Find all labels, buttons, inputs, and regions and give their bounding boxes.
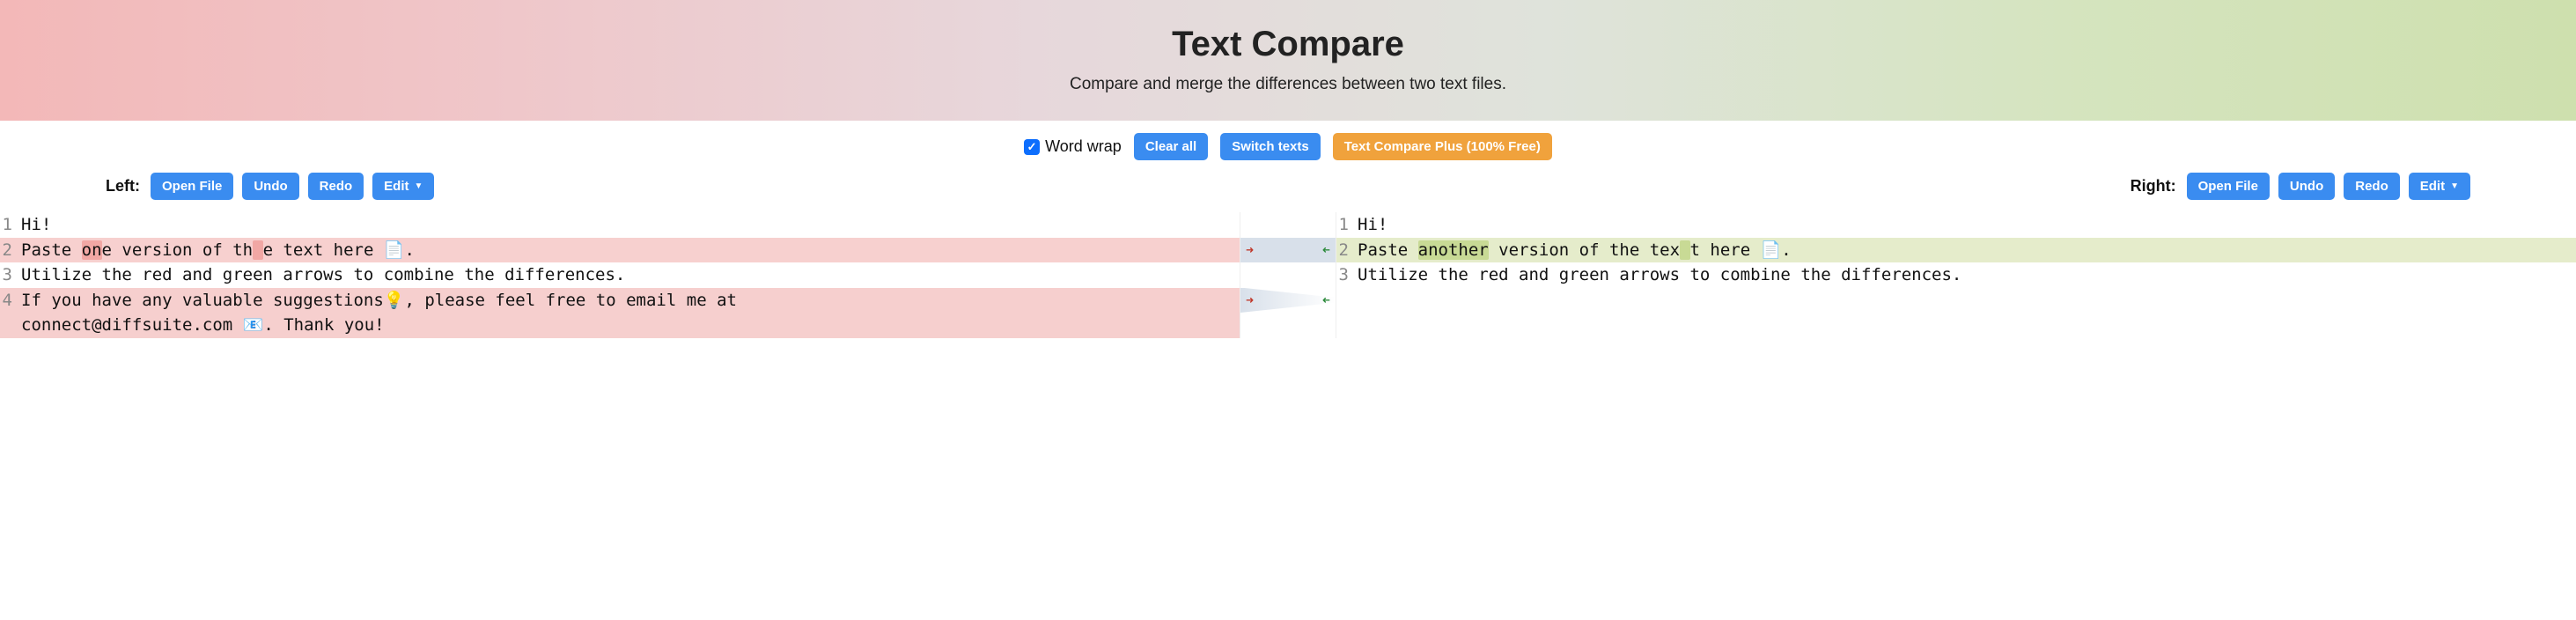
wordwrap-label: Word wrap	[1045, 137, 1122, 156]
line-number: 3	[1336, 262, 1354, 288]
diff-area: 1 Hi! 2 Paste one version of th e text h…	[0, 212, 2576, 338]
line-number: 2	[0, 238, 18, 263]
line-number: 3	[0, 262, 18, 288]
code-line: 3 Utilize the red and green arrows to co…	[1336, 262, 2576, 288]
diff-token-removed	[253, 240, 262, 260]
diff-connector: ➜ ➜	[1240, 288, 1336, 314]
right-toolbar: Right: Open File Undo Redo Edit ▼	[2131, 173, 2470, 200]
line-number: 1	[1336, 212, 1354, 238]
code-text: If you have any valuable suggestions💡, p…	[18, 288, 1240, 314]
left-undo-button[interactable]: Undo	[242, 173, 298, 200]
text-compare-plus-button[interactable]: Text Compare Plus (100% Free)	[1333, 133, 1552, 160]
right-pane[interactable]: 1 Hi! 2 Paste another version of the tex…	[1336, 212, 2576, 338]
right-edit-dropdown[interactable]: Edit ▼	[2409, 173, 2470, 200]
code-line: 3 Utilize the red and green arrows to co…	[0, 262, 1240, 288]
push-left-arrow-icon[interactable]: ➜	[1322, 240, 1330, 261]
code-text: Hi!	[18, 212, 1240, 238]
hero-banner: Text Compare Compare and merge the diffe…	[0, 0, 2576, 121]
code-text: Paste another version of the tex t here …	[1354, 238, 2576, 263]
left-label: Left:	[106, 177, 140, 196]
side-toolbars: Left: Open File Undo Redo Edit ▼ Right: …	[0, 169, 2576, 212]
right-open-file-button[interactable]: Open File	[2187, 173, 2270, 200]
push-left-arrow-icon[interactable]: ➜	[1322, 291, 1330, 311]
code-line: connect@diffsuite.com 📧. Thank you!	[0, 313, 1240, 338]
page-title: Text Compare	[0, 25, 2576, 64]
global-toolbar: ✓ Word wrap Clear all Switch texts Text …	[0, 121, 2576, 169]
switch-texts-button[interactable]: Switch texts	[1220, 133, 1321, 160]
left-open-file-button[interactable]: Open File	[151, 173, 233, 200]
line-number: 2	[1336, 238, 1354, 263]
right-undo-button[interactable]: Undo	[2278, 173, 2335, 200]
code-line: 2 Paste one version of th e text here 📄.	[0, 238, 1240, 263]
caret-down-icon: ▼	[2450, 181, 2459, 191]
code-line: 1 Hi!	[1336, 212, 2576, 238]
code-text: Paste one version of th e text here 📄.	[18, 238, 1240, 263]
line-number	[0, 313, 18, 338]
left-edit-label: Edit	[384, 179, 408, 194]
line-number: 4	[0, 288, 18, 314]
code-text: Hi!	[1354, 212, 2576, 238]
code-text: connect@diffsuite.com 📧. Thank you!	[18, 313, 1240, 338]
right-label: Right:	[2131, 177, 2176, 196]
checkbox-icon: ✓	[1024, 139, 1040, 155]
push-right-arrow-icon[interactable]: ➜	[1246, 291, 1254, 311]
page-subtitle: Compare and merge the differences betwee…	[0, 75, 2576, 94]
caret-down-icon: ▼	[415, 181, 423, 191]
line-number: 1	[0, 212, 18, 238]
wordwrap-toggle[interactable]: ✓ Word wrap	[1024, 137, 1122, 156]
left-edit-dropdown[interactable]: Edit ▼	[372, 173, 434, 200]
left-redo-button[interactable]: Redo	[308, 173, 364, 200]
code-text: Utilize the red and green arrows to comb…	[18, 262, 1240, 288]
code-text: Utilize the red and green arrows to comb…	[1354, 262, 2576, 288]
diff-token-added	[1680, 240, 1689, 260]
clear-all-button[interactable]: Clear all	[1134, 133, 1208, 160]
left-pane[interactable]: 1 Hi! 2 Paste one version of th e text h…	[0, 212, 1240, 338]
diff-token-added: another	[1418, 240, 1489, 260]
diff-token-removed: on	[82, 240, 102, 260]
left-toolbar: Left: Open File Undo Redo Edit ▼	[106, 173, 434, 200]
diff-connector: ➜ ➜	[1240, 238, 1336, 263]
right-redo-button[interactable]: Redo	[2344, 173, 2400, 200]
push-right-arrow-icon[interactable]: ➜	[1246, 240, 1254, 261]
right-edit-label: Edit	[2420, 179, 2445, 194]
code-line: 2 Paste another version of the tex t her…	[1336, 238, 2576, 263]
code-line: 4 If you have any valuable suggestions💡,…	[0, 288, 1240, 314]
code-line: 1 Hi!	[0, 212, 1240, 238]
diff-connector-gutter: ➜ ➜ ➜ ➜	[1240, 212, 1336, 338]
